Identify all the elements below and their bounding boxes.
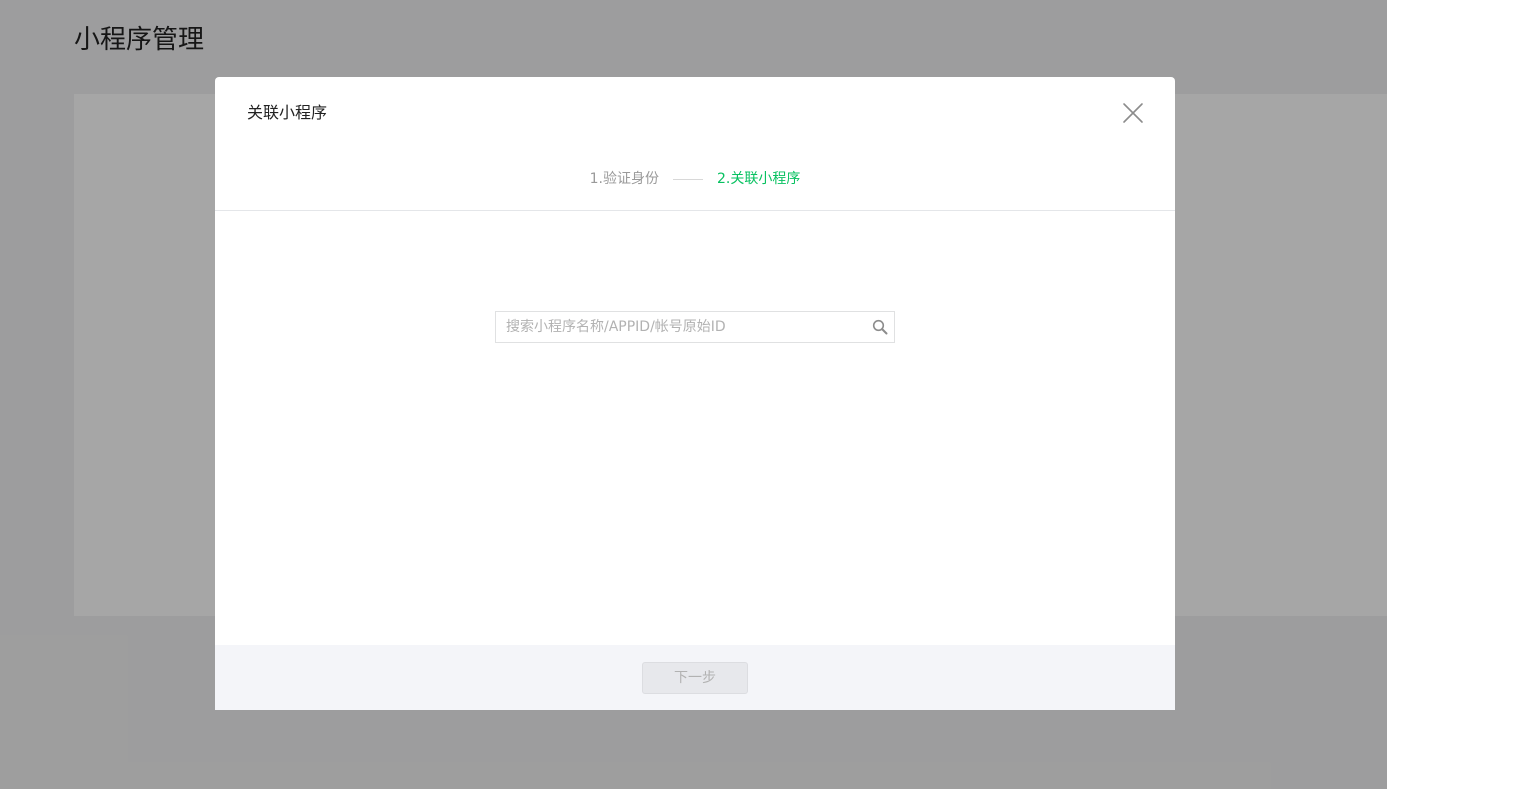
- step-connector: [673, 178, 703, 180]
- search-box: [495, 311, 895, 343]
- next-step-button[interactable]: 下一步: [642, 662, 748, 694]
- dialog-footer: 下一步: [215, 645, 1175, 710]
- dialog-title: 关联小程序: [247, 103, 328, 122]
- search-icon: [872, 319, 888, 335]
- header-divider: [215, 210, 1175, 211]
- close-button[interactable]: [1121, 101, 1145, 125]
- link-miniprogram-dialog: 关联小程序 1.验证身份 2.关联小程序 下一步: [215, 77, 1175, 710]
- step-verify-identity: 1.验证身份: [589, 171, 659, 187]
- search-button[interactable]: [872, 319, 888, 335]
- close-icon: [1123, 103, 1143, 123]
- step-indicator: 1.验证身份 2.关联小程序: [215, 169, 1175, 189]
- step-link-miniprogram: 2.关联小程序: [717, 171, 801, 187]
- search-input[interactable]: [496, 312, 856, 342]
